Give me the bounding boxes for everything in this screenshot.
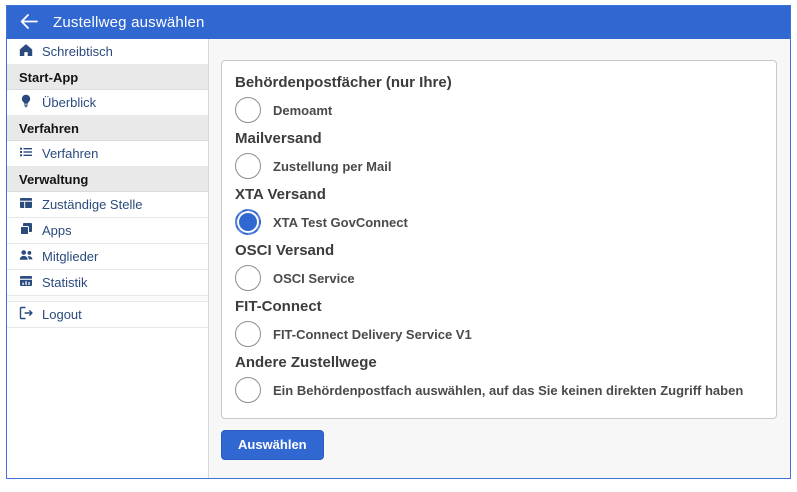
sidebar-item-label: Zuständige Stelle [42,197,142,212]
radio-label: FIT-Connect Delivery Service V1 [273,327,472,342]
sidebar-item-apps[interactable]: Apps [7,218,208,244]
radio-option-osci-service[interactable]: OSCI Service [235,265,762,291]
radio-circle[interactable] [235,321,261,347]
delivery-options-card: Behördenpostfächer (nur Ihre) Demoamt Ma… [221,60,777,419]
group-heading: OSCI Versand [235,242,762,259]
group-heading: Mailversand [235,130,762,147]
radio-label: Ein Behördenpostfach auswählen, auf das … [273,383,743,398]
sidebar: Schreibtisch Start-App Überblick Verfahr… [7,39,209,478]
radio-option-xta-test-govconnect[interactable]: XTA Test GovConnect [235,209,762,235]
group-heading: Andere Zustellwege [235,354,762,371]
radio-group-xta-versand: XTA Versand XTA Test GovConnect [235,186,762,235]
main-content: Behördenpostfächer (nur Ihre) Demoamt Ma… [209,39,790,478]
radio-label: XTA Test GovConnect [273,215,408,230]
radio-label: Zustellung per Mail [273,159,391,174]
house-icon [19,43,33,60]
list-icon [19,145,33,162]
back-arrow-icon [20,14,38,32]
sidebar-item-label: Mitglieder [42,249,98,264]
people-icon [19,248,33,265]
radio-circle[interactable] [235,265,261,291]
radio-group-andere-zustellwege: Andere Zustellwege Ein Behördenpostfach … [235,354,762,403]
group-heading: FIT-Connect [235,298,762,315]
sidebar-section-label: Verwaltung [19,172,88,187]
sidebar-section-label: Verfahren [19,121,79,136]
sidebar-item-logout[interactable]: Logout [7,302,208,328]
sidebar-item-label: Logout [42,307,82,322]
sidebar-section-verfahren: Verfahren [7,116,208,141]
radio-option-zustellung-per-mail[interactable]: Zustellung per Mail [235,153,762,179]
radio-option-demoamt[interactable]: Demoamt [235,97,762,123]
radio-group-mailversand: Mailversand Zustellung per Mail [235,130,762,179]
sidebar-item-label: Verfahren [42,146,98,161]
app-header: Zustellweg auswählen [7,6,790,39]
sidebar-item-statistik[interactable]: Statistik [7,270,208,296]
sidebar-item-schreibtisch[interactable]: Schreibtisch [7,39,208,65]
sidebar-item-mitglieder[interactable]: Mitglieder [7,244,208,270]
sidebar-item-ueberblick[interactable]: Überblick [7,90,208,116]
radio-option-anderes-behoerdenpostfach[interactable]: Ein Behördenpostfach auswählen, auf das … [235,377,762,403]
page-title: Zustellweg auswählen [53,14,205,31]
radio-label: OSCI Service [273,271,355,286]
sidebar-section-label: Start-App [19,70,78,85]
radio-circle[interactable] [235,153,261,179]
sidebar-section-verwaltung: Verwaltung [7,167,208,192]
apps-icon [19,222,33,239]
radio-circle[interactable] [235,97,261,123]
group-heading: Behördenpostfächer (nur Ihre) [235,74,762,91]
sidebar-item-label: Schreibtisch [42,44,113,59]
radio-circle[interactable] [235,377,261,403]
logout-icon [19,306,33,323]
sidebar-section-start-app: Start-App [7,65,208,90]
sidebar-item-label: Überblick [42,95,96,110]
group-heading: XTA Versand [235,186,762,203]
window-icon [19,196,33,213]
sidebar-item-zustaendige-stelle[interactable]: Zuständige Stelle [7,192,208,218]
radio-group-fit-connect: FIT-Connect FIT-Connect Delivery Service… [235,298,762,347]
chart-window-icon [19,274,33,291]
radio-option-fit-connect-delivery[interactable]: FIT-Connect Delivery Service V1 [235,321,762,347]
auswaehlen-button[interactable]: Auswählen [221,430,324,460]
radio-label: Demoamt [273,103,332,118]
radio-circle[interactable] [235,209,261,235]
radio-group-behoerdenpostfaecher: Behördenpostfächer (nur Ihre) Demoamt [235,74,762,123]
lightbulb-icon [19,94,33,111]
radio-group-osci-versand: OSCI Versand OSCI Service [235,242,762,291]
app-window: Zustellweg auswählen Schreibtisch Start-… [6,5,791,479]
sidebar-item-verfahren[interactable]: Verfahren [7,141,208,167]
sidebar-item-label: Apps [42,223,72,238]
sidebar-item-label: Statistik [42,275,88,290]
back-button[interactable] [20,14,38,32]
